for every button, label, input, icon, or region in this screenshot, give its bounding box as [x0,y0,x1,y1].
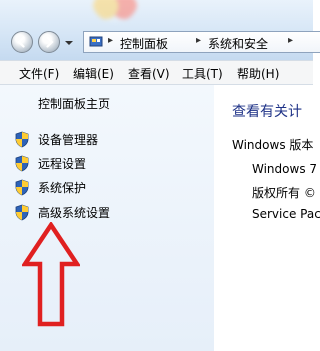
task-label: 高级系统设置 [38,206,111,220]
shield-icon [15,179,29,196]
breadcrumb-separator: ▸ [288,35,294,46]
breadcrumb-control-panel[interactable]: 控制面板 [120,35,168,52]
address-bar[interactable]: ▸ 控制面板 ▸ 系统和安全 ▸ [83,31,320,53]
arrow-right-icon [46,36,54,48]
windows-edition-heading: Windows 版本 [232,138,314,152]
menu-view[interactable]: 查看(V) [128,65,170,82]
breadcrumb-system-security[interactable]: 系统和安全 [208,35,268,52]
service-pack-text: Service Pac [252,207,320,221]
details-pane: 查看有关计 Windows 版本 Windows 7 版权所有 © Servic… [214,85,320,351]
breadcrumb-separator: ▸ [108,35,114,46]
page-title: 查看有关计 [232,104,302,120]
shield-icon [15,131,29,148]
app-logo-blur [92,0,138,22]
menu-file[interactable]: 文件(F) [19,65,59,82]
menu-tools[interactable]: 工具(T) [182,65,223,82]
chevron-down-icon[interactable] [64,38,74,48]
shield-icon [15,204,29,221]
forward-button[interactable] [38,31,60,53]
shield-icon [15,155,29,172]
task-label: 远程设置 [38,157,87,171]
control-panel-icon [89,36,103,47]
arrow-left-icon [17,36,25,48]
menu-help[interactable]: 帮助(H) [237,65,279,82]
menu-edit[interactable]: 编辑(E) [73,65,114,82]
menu-bar: 文件(F) 编辑(E) 查看(V) 工具(T) 帮助(H) [0,60,313,85]
task-label: 设备管理器 [38,133,99,147]
task-label: 系统保护 [38,181,87,195]
breadcrumb-separator: ▸ [196,35,202,46]
back-button[interactable] [11,31,33,53]
control-panel-home-link[interactable]: 控制面板主页 [38,95,110,112]
red-arrow-annotation [22,222,80,327]
copyright-text: 版权所有 © [252,186,316,200]
window-chrome: ▸ 控制面板 ▸ 系统和安全 ▸ [0,0,320,60]
os-name: Windows 7 [252,162,318,176]
